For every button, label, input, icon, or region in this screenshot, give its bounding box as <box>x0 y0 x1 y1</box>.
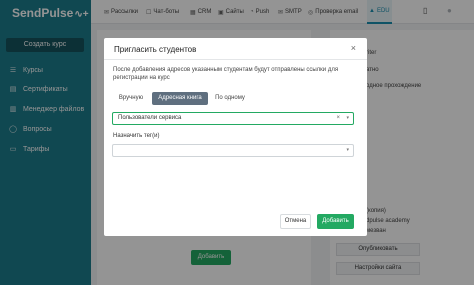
tab-manual[interactable]: Вручную <box>114 92 148 105</box>
invite-students-modal: Пригласить студентов × После добавления … <box>104 38 367 236</box>
modal-title: Пригласить студентов <box>114 45 197 54</box>
add-button[interactable]: Добавить <box>317 214 354 229</box>
cancel-button[interactable]: Отмена <box>280 214 311 229</box>
tab-address-book[interactable]: Адресная книга <box>152 92 208 105</box>
tag-field-label: Назначить тег(и) <box>113 133 160 139</box>
tag-select[interactable]: ▾ <box>112 144 354 157</box>
modal-divider <box>104 59 367 60</box>
address-book-value: Пользователи сервиса <box>118 115 182 121</box>
close-icon[interactable]: × <box>351 43 356 53</box>
modal-description: После добавления адресов указанным студе… <box>113 67 339 81</box>
tab-one-by-one[interactable]: По одному <box>211 92 249 105</box>
address-book-select[interactable]: Пользователи сервиса × ▾ <box>112 112 354 125</box>
chevron-down-icon: ▾ <box>346 147 349 153</box>
clear-icon[interactable]: × <box>336 113 340 124</box>
chevron-down-icon: ▾ <box>346 115 349 121</box>
